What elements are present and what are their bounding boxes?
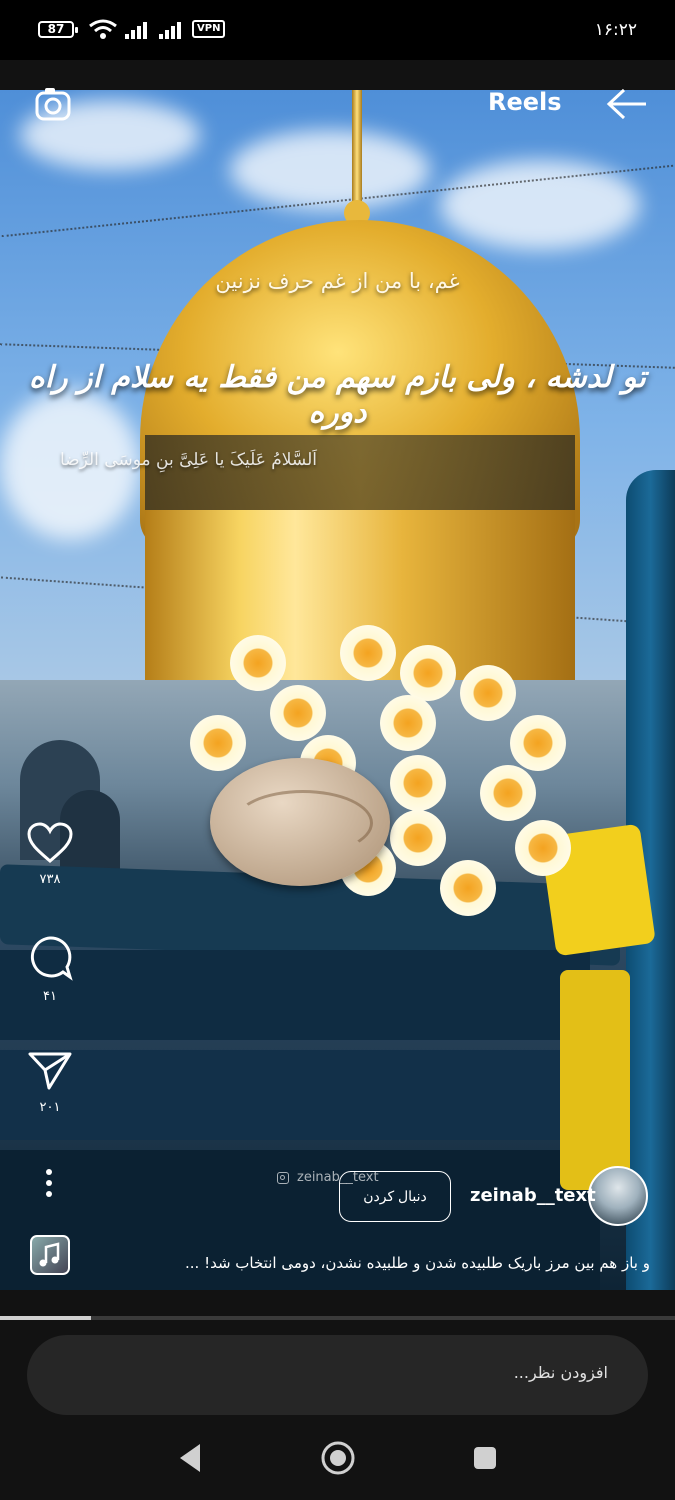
plaque-calligraphy: [233, 790, 373, 856]
share-button[interactable]: ۲۰۱: [22, 1050, 78, 1115]
overlay-text-big: تو لدشه ، ولی بازم سهم من فقط یه سلام از…: [29, 360, 646, 430]
vpn-badge: VPN: [192, 20, 226, 38]
blue-bench: [0, 950, 590, 1040]
video-progress-fill: [0, 1316, 92, 1320]
yellow-cloth: [560, 970, 630, 1190]
signal-icon-2: [159, 22, 181, 39]
like-button[interactable]: ۷۳۸: [22, 822, 78, 887]
music-note-icon: [39, 1242, 60, 1267]
nav-home-icon[interactable]: [320, 1440, 356, 1476]
nav-back-icon[interactable]: [178, 1440, 204, 1476]
follow-button[interactable]: دنبال کردن: [339, 1171, 451, 1222]
heart-icon: [27, 822, 73, 863]
more-options-icon[interactable]: [44, 1168, 54, 1198]
overlay-text-small: غم، با من از غم حرف نزنین: [215, 269, 460, 293]
audio-thumbnail[interactable]: [30, 1235, 70, 1275]
arrow-right-icon[interactable]: [606, 88, 648, 120]
blue-bench: [0, 1050, 610, 1140]
signal-icon: [125, 22, 147, 39]
send-icon: [28, 1052, 72, 1090]
username[interactable]: zeinab__text: [470, 1185, 596, 1206]
status-bar: 87 VPN ۱۶:۲۲: [0, 0, 675, 60]
video-progress-bar[interactable]: [0, 1316, 675, 1320]
instagram-icon: [277, 1171, 289, 1184]
comment-icon: [30, 936, 73, 981]
battery-icon: 87: [38, 21, 78, 38]
comment-button[interactable]: ۴۱: [22, 935, 78, 1004]
overlay-text-salam: اَلسَّلامُ عَلَیکَ یا عَلِیَّ بنِ موسَی …: [60, 450, 318, 470]
share-count: ۲۰۱: [39, 1100, 61, 1115]
camera-icon[interactable]: [35, 86, 71, 122]
avatar[interactable]: [588, 1166, 648, 1226]
comment-input[interactable]: افزودن نظر...: [514, 1363, 608, 1382]
comment-input-box[interactable]: افزودن نظر...: [27, 1335, 648, 1415]
status-time: ۱۶:۲۲: [594, 20, 637, 40]
page-title: Reels: [488, 88, 562, 116]
cloud: [230, 130, 430, 210]
comment-count: ۴۱: [43, 989, 57, 1004]
caption[interactable]: و باز هم بین مرز باریک طلبیده شدن و طلبی…: [160, 1254, 650, 1272]
nav-recents-icon[interactable]: [472, 1440, 498, 1476]
reel-video[interactable]: غم، با من از غم حرف نزنین تو لدشه ، ولی …: [0, 90, 675, 1290]
wifi-icon: [89, 19, 117, 39]
like-count: ۷۳۸: [39, 872, 61, 887]
